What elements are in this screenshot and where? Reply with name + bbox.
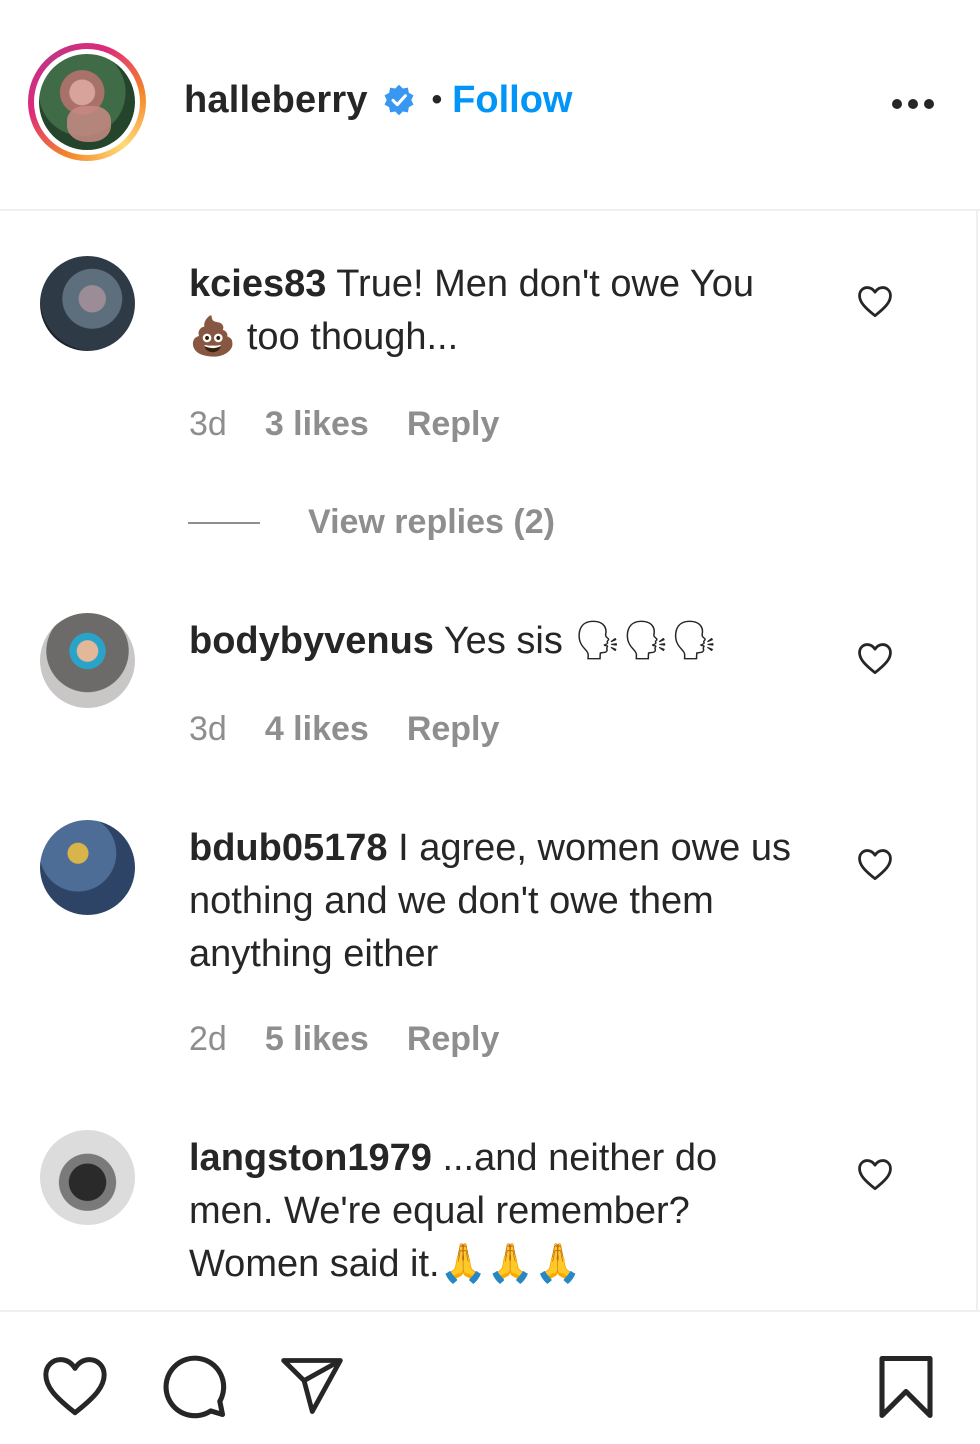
comment-meta: 3d 3 likes Reply xyxy=(189,405,499,444)
comment-text-block: bodybyvenus Yes sis 🗣🗣🗣 xyxy=(189,615,809,668)
comment-text-block: bdub05178 I agree, women owe us nothing … xyxy=(189,822,799,981)
replies-divider-line xyxy=(188,521,260,524)
comment-text-block: langston1979 ...and neither do men. We'r… xyxy=(189,1132,789,1291)
view-replies-button[interactable]: View replies (2) xyxy=(188,503,555,542)
post-action-bar xyxy=(0,1310,980,1444)
comment-likes[interactable]: 3 likes xyxy=(265,405,369,444)
commenter-avatar[interactable] xyxy=(40,613,135,708)
commenter-avatar[interactable] xyxy=(40,1130,135,1225)
comment-likes[interactable]: 4 likes xyxy=(265,710,369,749)
comment-username[interactable]: bodybyvenus xyxy=(189,620,434,662)
commenter-avatar[interactable] xyxy=(40,256,135,351)
heart-icon[interactable] xyxy=(40,1352,110,1418)
view-replies-label: View replies (2) xyxy=(308,503,555,541)
reply-button[interactable]: Reply xyxy=(407,710,500,749)
comment-username[interactable]: kcies83 xyxy=(189,263,326,305)
comment-meta: 2d 5 likes Reply xyxy=(189,1020,499,1059)
scrollbar-edge xyxy=(976,211,978,1311)
bookmark-icon[interactable] xyxy=(870,1350,942,1424)
comment-like-heart-icon[interactable] xyxy=(856,847,894,881)
comment-time: 3d xyxy=(189,710,227,748)
owner-avatar[interactable] xyxy=(28,43,146,161)
owner-avatar-image xyxy=(39,54,135,150)
comment-meta: 3d 4 likes Reply xyxy=(189,710,499,749)
comment-body: Yes sis 🗣🗣🗣 xyxy=(443,620,719,662)
comment-like-heart-icon[interactable] xyxy=(856,641,894,675)
follow-button[interactable]: Follow xyxy=(452,79,572,122)
comment-likes[interactable]: 5 likes xyxy=(265,1020,369,1059)
commenter-avatar[interactable] xyxy=(40,820,135,915)
reply-button[interactable]: Reply xyxy=(407,1020,500,1059)
reply-button[interactable]: Reply xyxy=(407,405,500,444)
owner-username[interactable]: halleberry xyxy=(184,79,368,122)
more-options-icon[interactable] xyxy=(888,92,938,116)
owner-info: halleberry • Follow xyxy=(184,76,572,124)
verified-badge-icon xyxy=(384,84,414,116)
comment-username[interactable]: langston1979 xyxy=(189,1137,432,1179)
comment-username[interactable]: bdub05178 xyxy=(189,827,388,869)
separator-dot: • xyxy=(431,83,443,116)
comment-text-block: kcies83 True! Men don't owe You 💩 too th… xyxy=(189,258,809,364)
post-header: halleberry • Follow xyxy=(0,0,980,211)
paper-plane-icon[interactable] xyxy=(276,1352,348,1420)
comment-like-heart-icon[interactable] xyxy=(856,1157,894,1191)
comment-like-heart-icon[interactable] xyxy=(856,284,894,318)
comment-time: 3d xyxy=(189,405,227,443)
comment-bubble-icon[interactable] xyxy=(158,1350,230,1422)
comment-time: 2d xyxy=(189,1020,227,1058)
